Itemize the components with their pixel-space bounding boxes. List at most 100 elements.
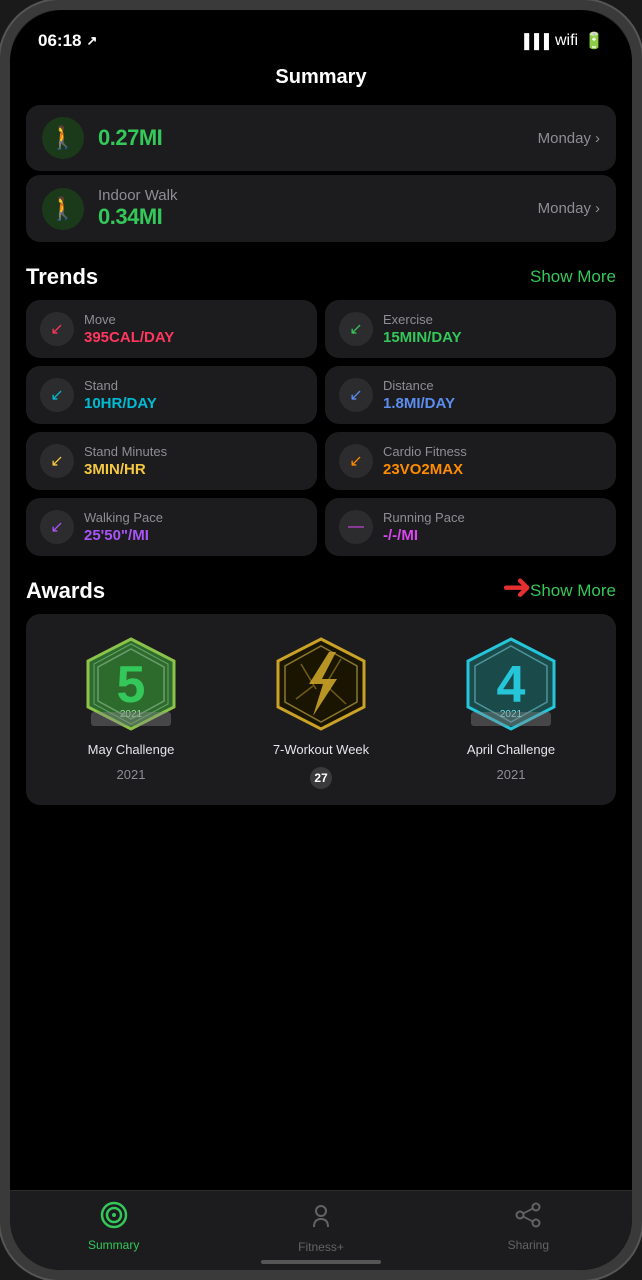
running-pace-arrow-circle: —: [339, 510, 373, 544]
phone-inner: 06:18 ↗ ▐▐▐ wifi 🔋 Summary 🚶: [10, 10, 632, 1270]
activity-info: 0.27MI: [98, 125, 162, 151]
red-arrow-icon: ➜: [502, 566, 532, 608]
fitness-tab-icon: [307, 1201, 335, 1236]
bottom-spacer: [10, 805, 632, 825]
trend-exercise[interactable]: ↙ Exercise 15MIN/DAY: [325, 300, 616, 358]
awards-section: Awards ➜ Show More: [10, 560, 632, 805]
stand-minutes-label: Stand Minutes: [84, 444, 167, 459]
chevron-right-icon: ›: [595, 130, 600, 147]
running-pace-value: -/-/MI: [383, 527, 465, 544]
stand-minutes-arrow-icon: ↙: [50, 451, 63, 471]
walking-pace-info: Walking Pace 25'50"/MI: [84, 510, 163, 544]
awards-container: 5 2021 May Challenge 2021: [26, 614, 616, 805]
april-badge-svg: 4 2021: [461, 634, 561, 734]
activity-day: Monday ›: [538, 130, 600, 147]
stand-arrow-circle: ↙: [40, 378, 74, 412]
stand-minutes-info: Stand Minutes 3MIN/HR: [84, 444, 167, 478]
indoor-walk-icon-circle: 🚶: [42, 188, 84, 230]
distance-arrow-circle: ↙: [339, 378, 373, 412]
trends-section-header: Trends Show More: [10, 246, 632, 300]
trend-distance[interactable]: ↙ Distance 1.8MI/DAY: [325, 366, 616, 424]
walking-pace-label: Walking Pace: [84, 510, 163, 525]
indoor-walk-value: 0.34MI: [98, 204, 177, 230]
activity-left: 🚶 0.27MI: [42, 117, 162, 159]
page-header: Summary: [10, 58, 632, 101]
activity-card-indoor-walk[interactable]: 🚶 Indoor Walk 0.34MI Monday ›: [26, 175, 616, 242]
stand-value: 10HR/DAY: [84, 395, 157, 412]
walking-pace-value: 25'50"/MI: [84, 527, 163, 544]
stand-arrow-icon: ↙: [50, 385, 63, 405]
walk-day-label: Monday: [538, 130, 591, 147]
main-content: Summary 🚶 0.27MI Monday ›: [10, 58, 632, 1190]
chevron-right-icon-2: ›: [595, 200, 600, 217]
cardio-value: 23VO2MAX: [383, 461, 467, 478]
trend-stand[interactable]: ↙ Stand 10HR/DAY: [26, 366, 317, 424]
exercise-value: 15MIN/DAY: [383, 329, 462, 346]
trend-stand-minutes[interactable]: ↙ Stand Minutes 3MIN/HR: [26, 432, 317, 490]
trends-title: Trends: [26, 264, 98, 290]
stand-label: Stand: [84, 378, 157, 393]
distance-info: Distance 1.8MI/DAY: [383, 378, 455, 412]
cardio-arrow-icon: ↙: [349, 451, 362, 471]
status-icons: ▐▐▐ wifi 🔋: [519, 31, 604, 51]
notch: [241, 10, 401, 40]
trends-show-more[interactable]: Show More: [530, 267, 616, 287]
move-info: Move 395CAL/DAY: [84, 312, 174, 346]
phone-frame: 06:18 ↗ ▐▐▐ wifi 🔋 Summary 🚶: [0, 0, 642, 1280]
location-icon: ↗: [86, 33, 97, 49]
walk-value: 0.27MI: [98, 125, 162, 151]
stand-minutes-value: 3MIN/HR: [84, 461, 167, 478]
running-pace-arrow-icon: —: [348, 518, 364, 536]
distance-arrow-icon: ↙: [349, 385, 362, 405]
home-indicator: [261, 1260, 381, 1264]
award-may[interactable]: 5 2021 May Challenge 2021: [46, 634, 217, 782]
walk-icon: 🚶: [49, 125, 76, 151]
stand-info: Stand 10HR/DAY: [84, 378, 157, 412]
workout-badge-svg: [271, 634, 371, 734]
move-label: Move: [84, 312, 174, 327]
indoor-day-label: Monday: [538, 200, 591, 217]
trends-grid: ↙ Move 395CAL/DAY ↙ Exercise 15MIN/DAY: [10, 300, 632, 556]
indoor-walk-icon: 🚶: [49, 196, 76, 222]
awards-title: Awards: [26, 578, 105, 604]
tab-fitness-plus[interactable]: Fitness+: [218, 1201, 423, 1254]
signal-icon: ▐▐▐: [519, 33, 549, 49]
tab-summary[interactable]: Summary: [11, 1201, 216, 1252]
wifi-icon: wifi: [555, 32, 578, 50]
svg-text:4: 4: [497, 656, 526, 714]
cardio-label: Cardio Fitness: [383, 444, 467, 459]
trend-running-pace[interactable]: — Running Pace -/-/MI: [325, 498, 616, 556]
summary-tab-icon: [100, 1201, 128, 1234]
indoor-walk-label: Indoor Walk: [98, 187, 177, 204]
april-award-year: 2021: [497, 767, 526, 782]
cardio-arrow-circle: ↙: [339, 444, 373, 478]
fitness-tab-label: Fitness+: [298, 1240, 344, 1254]
walking-pace-arrow-icon: ↙: [50, 517, 63, 537]
trend-cardio[interactable]: ↙ Cardio Fitness 23VO2MAX: [325, 432, 616, 490]
exercise-info: Exercise 15MIN/DAY: [383, 312, 462, 346]
battery-icon: 🔋: [584, 31, 604, 51]
tab-bar: Summary Fitness+: [10, 1190, 632, 1270]
move-arrow-circle: ↙: [40, 312, 74, 346]
exercise-label: Exercise: [383, 312, 462, 327]
trend-move[interactable]: ↙ Move 395CAL/DAY: [26, 300, 317, 358]
time-display: 06:18: [38, 31, 81, 51]
move-arrow-icon: ↙: [50, 319, 63, 339]
indoor-activity-day: Monday ›: [538, 200, 600, 217]
workout-badge-number: 27: [310, 767, 332, 789]
may-award-name: May Challenge: [88, 742, 175, 759]
walking-pace-arrow-circle: ↙: [40, 510, 74, 544]
tab-sharing[interactable]: Sharing: [426, 1201, 631, 1252]
stand-minutes-arrow-circle: ↙: [40, 444, 74, 478]
running-pace-info: Running Pace -/-/MI: [383, 510, 465, 544]
activity-card-walk[interactable]: 🚶 0.27MI Monday ›: [26, 105, 616, 171]
award-april[interactable]: 4 2021 April Challenge 2021: [426, 634, 597, 782]
running-pace-label: Running Pace: [383, 510, 465, 525]
award-workout[interactable]: 7-Workout Week 27: [236, 634, 407, 789]
distance-label: Distance: [383, 378, 455, 393]
indoor-activity-info: Indoor Walk 0.34MI: [98, 187, 177, 230]
summary-tab-label: Summary: [88, 1238, 139, 1252]
awards-show-more[interactable]: Show More: [530, 581, 616, 601]
trend-walking-pace[interactable]: ↙ Walking Pace 25'50"/MI: [26, 498, 317, 556]
awards-header: Awards ➜ Show More: [10, 560, 632, 614]
